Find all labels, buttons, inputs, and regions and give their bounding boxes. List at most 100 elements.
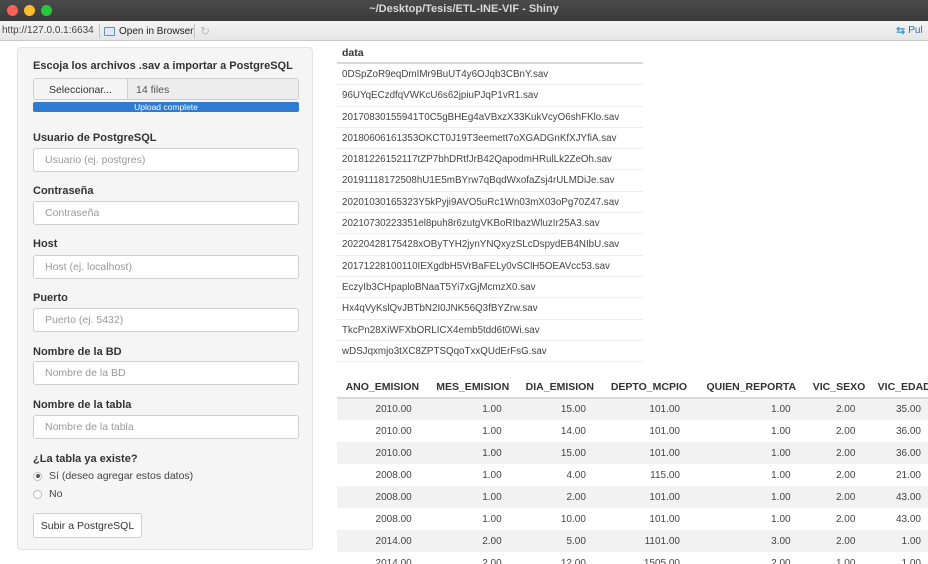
file-upload-input[interactable]: Seleccionar... 14 files <box>33 78 299 100</box>
table-cell: 2008.00 <box>375 469 412 481</box>
table-cell: 1.00 <box>427 442 518 464</box>
column-header[interactable]: DIA_EMISION <box>517 376 602 399</box>
table-cell: 2.00 <box>482 557 502 564</box>
db-name-input[interactable]: Nombre de la BD <box>33 361 299 385</box>
column-header[interactable]: MES_EMISION <box>427 376 518 399</box>
port-label: Puerto <box>33 292 68 304</box>
files-table-body: 0DSpZoR9eqDmIMr9BuUT4y6OJqb3CBnY.sav 96UY… <box>337 64 643 363</box>
table-cell: 2.00 <box>806 486 872 508</box>
table-cell: 2.00 <box>517 486 602 508</box>
toolbar-divider <box>99 24 100 38</box>
table-cell: 12.00 <box>560 557 586 564</box>
table-cell: 2.00 <box>806 398 872 420</box>
radio-label-no: No <box>49 488 63 500</box>
table-row: 2014.00 2.00 12.00 1505.00 2.00 1.00 1.00 <box>337 552 928 564</box>
table-cell: 2.00 <box>427 530 518 552</box>
radio-option-yes[interactable]: Sí (deseo agregar estos datos) <box>33 470 193 482</box>
file-row: EczyIb3CHpaploBNaaT5Yi7xGjMcmzX0.sav <box>337 277 643 299</box>
column-header[interactable]: ANO_EMISION <box>337 376 428 399</box>
file-row: 20170830155941T0C5gBHEg4aVBxzX33KukVcyO6… <box>337 107 643 128</box>
table-cell: 2010.00 <box>375 425 412 437</box>
url-text[interactable]: http://127.0.0.1:6634 <box>2 25 94 36</box>
table-cell: 101.00 <box>649 425 680 437</box>
sidebar-panel: Escoja los archivos .sav a importar a Po… <box>17 47 313 550</box>
window-titlebar: ~/Desktop/Tesis/ETL-INE-VIF - Shiny <box>0 0 928 21</box>
table-name-label: Nombre de la tabla <box>33 399 132 411</box>
table-row: 2008.00 1.00 2.00 101.00 1.00 2.00 43.00 <box>337 486 928 508</box>
table-cell: 101.00 <box>649 513 680 525</box>
table-cell: 21.00 <box>895 469 921 481</box>
table-cell: 101.00 <box>601 398 696 420</box>
radio-button-no[interactable] <box>33 489 42 499</box>
host-input[interactable]: Host (ej. localhost) <box>33 255 299 279</box>
radio-option-no[interactable]: No <box>33 488 62 500</box>
table-cell: 1.00 <box>835 557 856 564</box>
table-cell: 2.00 <box>806 530 872 552</box>
upload-status-text: Upload complete <box>134 102 198 112</box>
column-header[interactable]: DEPTO_MCPIO <box>601 376 696 399</box>
table-cell: 2.00 <box>835 425 856 437</box>
viewer-toolbar: http://127.0.0.1:6634 Open in Browser ↻ … <box>0 21 928 41</box>
table-cell: 2.00 <box>835 469 856 481</box>
file-row: 20201030165323Y5kPyji9AVO5uRc1Wn03mX03oP… <box>337 192 643 214</box>
files-table: data 0DSpZoR9eqDmIMr9BuUT4y6OJqb3CBnY.sa… <box>337 44 643 363</box>
table-cell: 43.00 <box>871 486 928 508</box>
table-cell: 1.00 <box>771 513 791 525</box>
user-label: Usuario de PostgreSQL <box>33 132 157 144</box>
window-title: ~/Desktop/Tesis/ETL-INE-VIF - Shiny <box>369 3 559 15</box>
table-body: 2010.00 1.00 15.00 101.00 1.00 2.00 35.00 2010.… <box>337 398 928 564</box>
table-row: 2010.00 1.00 15.00 101.00 1.00 2.00 36.00 <box>337 442 928 464</box>
table-cell: 1.00 <box>871 530 928 552</box>
table-cell: 1.00 <box>695 442 807 464</box>
password-label: Contraseña <box>33 185 94 197</box>
file-count-text: 14 files <box>128 79 298 99</box>
table-cell: 10.00 <box>560 513 586 525</box>
table-cell: 101.00 <box>601 486 696 508</box>
table-cell: 1.00 <box>771 425 791 437</box>
table-cell: 1101.00 <box>601 530 696 552</box>
table-row: 2010.00 1.00 15.00 101.00 1.00 2.00 35.00 <box>337 398 928 420</box>
file-row: Hx4qVyKslQvJBTbN2I0JNK56Q3fBYZrw.sav <box>337 298 643 320</box>
file-row: 20180606161353OKCT0J19T3eemett7oXGADGnKf… <box>337 128 643 150</box>
table-cell: 1505.00 <box>643 557 680 564</box>
file-row: TkcPn28XiWFXbORLICX4emb5tdd6t0Wi.sav <box>337 320 643 341</box>
table-cell: 2.00 <box>835 513 856 525</box>
table-row: 2014.00 2.00 5.00 1101.00 3.00 2.00 1.00 <box>337 530 928 552</box>
file-row: 20210730223351el8puh8r6zutgVKBoRIbazWluz… <box>337 213 643 235</box>
column-header[interactable]: VIC_EDAD <box>871 376 928 399</box>
table-row: 2008.00 1.00 4.00 115.00 1.00 2.00 21.00 <box>337 464 928 486</box>
browse-button[interactable]: Seleccionar... <box>34 79 128 99</box>
column-header[interactable]: QUIEN_REPORTA <box>695 376 807 399</box>
file-row: 20220428175428xOByTYH2jynYNQxyzSLcDspydE… <box>337 234 643 256</box>
radio-button-yes[interactable] <box>33 471 42 481</box>
table-header-row: ANO_EMISION MES_EMISION DIA_EMISION DEPTO_M… <box>337 376 928 399</box>
db-name-label: Nombre de la BD <box>33 346 122 358</box>
table-cell: 15.00 <box>517 442 602 464</box>
file-row: 20171228100110IEXgdbH5VrBaFELy0vSClH5OEA… <box>337 256 643 277</box>
column-header[interactable]: VIC_SEXO <box>806 376 872 399</box>
file-row: 96UYqECzdfqVWKcU6s62jpiuPJqP1vR1.sav <box>337 85 643 107</box>
table-cell: 1.00 <box>771 469 791 481</box>
file-row: 20191118172508hU1E5mBYrw7qBqdWxofaZsj4rU… <box>337 170 643 192</box>
submit-postgresql-button[interactable]: Subir a PostgreSQL <box>33 513 142 538</box>
table-cell: 1.00 <box>695 486 807 508</box>
open-in-browser-button[interactable]: Open in Browser <box>104 24 193 38</box>
file-row: 0DSpZoR9eqDmIMr9BuUT4y6OJqb3CBnY.sav <box>337 64 643 86</box>
table-cell: 2.00 <box>771 557 791 564</box>
user-input[interactable]: Usuario (ej. postgres) <box>33 148 299 172</box>
host-label: Host <box>33 238 58 250</box>
table-cell: 2014.00 <box>375 557 412 564</box>
open-in-browser-label: Open in Browser <box>119 25 194 37</box>
refresh-icon[interactable]: ↻ <box>200 24 210 38</box>
radio-label-yes: Sí (deseo agregar estos datos) <box>49 470 194 482</box>
publish-icon: ⇆ <box>896 25 906 37</box>
toolbar-divider <box>194 24 195 38</box>
port-input[interactable]: Puerto (ej. 5432) <box>33 308 299 332</box>
publish-button[interactable]: ⇆ Pul <box>896 24 923 37</box>
table-cell: 115.00 <box>650 469 680 481</box>
table-cell: 4.00 <box>566 469 586 481</box>
table-cell: 1.00 <box>427 486 518 508</box>
browser-icon <box>104 26 115 36</box>
password-input[interactable]: Contraseña <box>33 201 299 225</box>
table-name-input[interactable]: Nombre de la tabla <box>33 415 299 439</box>
